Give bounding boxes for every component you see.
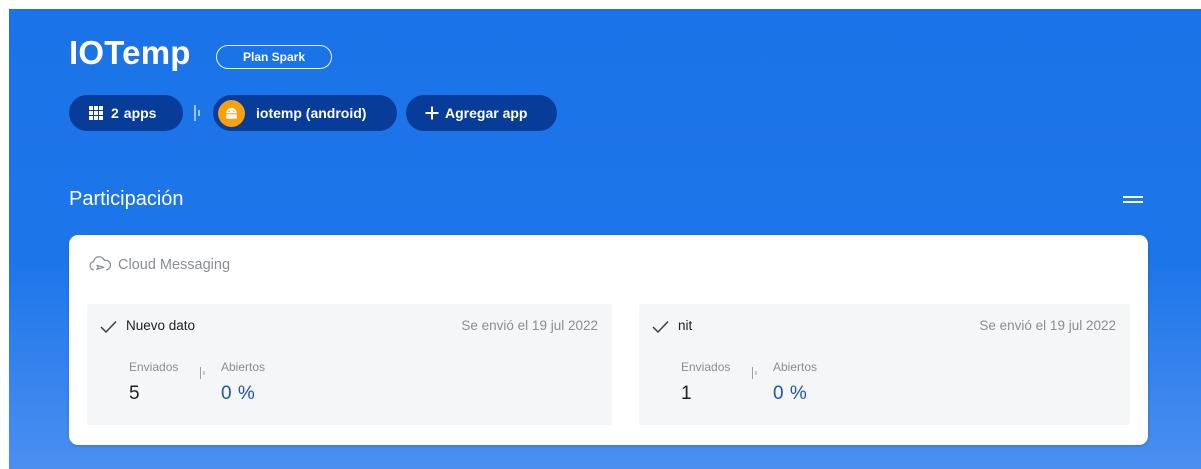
campaign-sent-date: Se envió el 19 jul 2022 [979, 318, 1116, 333]
engagement-card: Cloud Messaging Nuevo dato Se envió el 1… [69, 235, 1148, 445]
separator-icon [200, 367, 205, 379]
card-header: Cloud Messaging [88, 256, 230, 273]
campaign-sent-date: Se envió el 19 jul 2022 [461, 318, 598, 333]
check-icon [100, 320, 117, 333]
plan-badge[interactable]: Plan Spark [216, 45, 332, 69]
apps-row: 2 apps iotemp (android) Agregar app [69, 95, 569, 131]
card-header-label: Cloud Messaging [118, 256, 231, 273]
sent-label: Enviados [129, 360, 179, 374]
campaign-name: nit [678, 318, 693, 333]
apps-count-button[interactable]: 2 apps [69, 95, 183, 131]
opened-label: Abiertos [773, 360, 818, 374]
cloud-icon [89, 256, 111, 271]
separator-icon [752, 367, 757, 379]
sent-value: 5 [129, 383, 140, 404]
apps-count-label: apps [123, 105, 157, 121]
apps-count: 2 [111, 105, 119, 121]
add-app-button[interactable]: Agregar app [406, 95, 557, 131]
opened-value: 0 % [221, 383, 256, 404]
menu-icon[interactable] [1123, 193, 1143, 207]
plus-icon [425, 106, 439, 120]
campaign-item[interactable]: Nuevo dato Se envió el 19 jul 2022 Envia… [87, 304, 612, 425]
sent-label: Enviados [681, 360, 731, 374]
section-title: Participación [69, 188, 184, 210]
opened-value: 0 % [773, 383, 808, 404]
project-title: IOTemp [69, 34, 191, 71]
check-icon [652, 320, 669, 333]
current-app-label: iotemp (android) [256, 105, 367, 121]
campaign-name: Nuevo dato [126, 318, 196, 333]
sent-value: 1 [681, 383, 692, 404]
add-app-label: Agregar app [445, 105, 528, 121]
opened-label: Abiertos [221, 360, 266, 374]
android-icon [218, 99, 245, 127]
grid-icon [89, 106, 103, 120]
campaign-item[interactable]: nit Se envió el 19 jul 2022 Enviados Abi… [639, 304, 1130, 425]
separator-icon [194, 105, 200, 121]
current-app-button[interactable]: iotemp (android) [213, 95, 397, 131]
project-header: IOTemp Plan Spark 2 apps iotemp (android… [9, 9, 1201, 469]
